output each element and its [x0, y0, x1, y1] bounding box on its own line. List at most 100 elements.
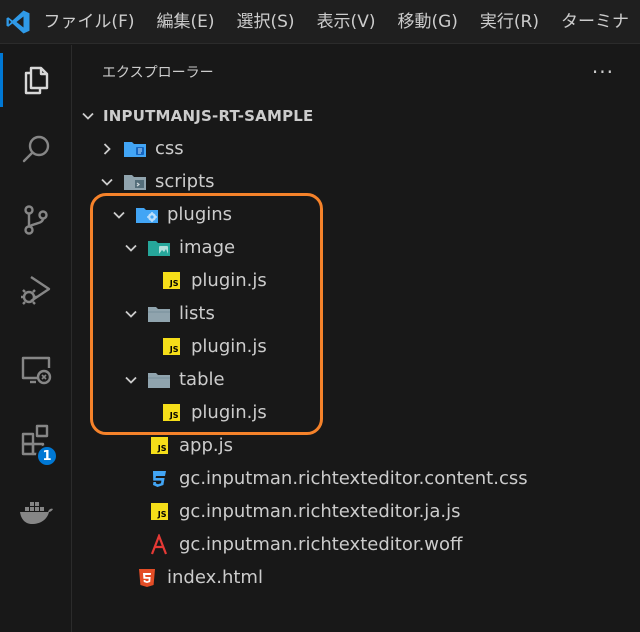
js-badge: JS: [150, 437, 168, 454]
activity-source-control[interactable]: [0, 185, 72, 255]
js-file-icon: JS: [147, 500, 171, 524]
twisty: [133, 271, 153, 291]
more-actions-icon[interactable]: ···: [592, 60, 614, 84]
js-file-icon: JS: [147, 434, 171, 458]
activity-explorer[interactable]: [0, 45, 72, 115]
file-tree-item[interactable]: JS plugin.js: [73, 330, 640, 363]
js-badge: JS: [150, 503, 168, 520]
chevron-down-icon: [125, 244, 137, 252]
tree-item-label: index.html: [167, 567, 263, 588]
chevron-down-icon: [125, 376, 137, 384]
extensions-badge: 1: [36, 445, 58, 467]
chevron-down-icon: [125, 310, 137, 318]
menu-edit[interactable]: 編集(E): [145, 0, 225, 43]
js-badge: JS: [162, 404, 180, 421]
explorer-title: エクスプローラー: [102, 65, 214, 81]
activity-extensions[interactable]: 1: [0, 405, 72, 475]
menu-bar: ファイル(F) 編集(E) 選択(S) 表示(V) 移動(G) 実行(R) ター…: [32, 0, 640, 43]
activity-bar: 1: [0, 45, 72, 632]
twisty: [121, 436, 141, 456]
twisty: [121, 535, 141, 555]
file-tree-item[interactable]: JS plugin.js: [73, 396, 640, 429]
docker-icon: [20, 502, 53, 524]
folder-plugins-icon: [135, 203, 159, 227]
twisty: [121, 370, 141, 390]
twisty: [133, 337, 153, 357]
folder-scripts-icon: [123, 170, 147, 194]
folder-css-icon: [123, 137, 147, 161]
tree-item-label: app.js: [179, 435, 233, 456]
folder-tree-item[interactable]: image: [73, 231, 640, 264]
file-tree-item[interactable]: gc.inputman.richtexteditor.content.css: [73, 462, 640, 495]
twisty: [121, 469, 141, 489]
chevron-right-icon: [103, 142, 111, 155]
folder-tree-item[interactable]: plugins: [73, 198, 640, 231]
menu-view[interactable]: 表示(V): [306, 0, 387, 43]
tree-item-label: plugin.js: [191, 336, 267, 357]
tree-item-label: plugin.js: [191, 402, 267, 423]
menu-selection[interactable]: 選択(S): [226, 0, 306, 43]
file-tree-item[interactable]: JS gc.inputman.richtexteditor.ja.js: [73, 495, 640, 528]
activity-remote-explorer[interactable]: [0, 335, 72, 405]
file-tree-item[interactable]: JS plugin.js: [73, 264, 640, 297]
css-file-icon: [147, 467, 171, 491]
search-icon: [22, 135, 50, 163]
chevron-down-icon: [101, 178, 113, 186]
folder-tree-item[interactable]: lists: [73, 297, 640, 330]
twisty: [121, 502, 141, 522]
twisty: [133, 403, 153, 423]
twisty: [109, 568, 129, 588]
tree-item-label: scripts: [155, 171, 215, 192]
font-file-icon: [147, 533, 171, 557]
file-tree-item[interactable]: index.html: [73, 561, 640, 594]
menu-go[interactable]: 移動(G): [386, 0, 468, 43]
js-file-icon: JS: [159, 269, 183, 293]
activity-search[interactable]: [0, 115, 72, 185]
run-debug-icon: [21, 276, 51, 305]
tree-item-label: plugin.js: [191, 270, 267, 291]
twisty: [109, 205, 129, 225]
chevron-down-icon: [82, 112, 94, 120]
tree-item-label: image: [179, 237, 236, 258]
activity-run-debug[interactable]: [0, 255, 72, 325]
source-control-icon: [24, 205, 48, 235]
file-tree-item[interactable]: gc.inputman.richtexteditor.woff: [73, 528, 640, 561]
folder-tree-item[interactable]: scripts: [73, 165, 640, 198]
tree-item-label: plugins: [167, 204, 233, 225]
tree-item-label: gc.inputman.richtexteditor.content.css: [179, 468, 528, 489]
folder-tree-item[interactable]: table: [73, 363, 640, 396]
twisty: [121, 238, 141, 258]
menu-terminal[interactable]: ターミナ: [550, 0, 640, 43]
file-tree: css scripts plugins image JS plugin.js lists JS…: [73, 132, 640, 594]
twisty: [97, 172, 117, 192]
twisty: [121, 304, 141, 324]
menu-run[interactable]: 実行(R): [469, 0, 550, 43]
twisty: [97, 139, 117, 159]
vscode-logo-icon: [4, 0, 32, 43]
js-badge: JS: [162, 338, 180, 355]
menu-file[interactable]: ファイル(F): [32, 0, 145, 43]
file-tree-item[interactable]: JS app.js: [73, 429, 640, 462]
workspace-section-header[interactable]: INPUTMANJS-RT-SAMPLE: [73, 99, 640, 132]
folder-icon: [147, 368, 171, 392]
remote-explorer-icon: [21, 356, 52, 385]
folder-icon: [147, 302, 171, 326]
folder-tree-item[interactable]: css: [73, 132, 640, 165]
tree-item-label: table: [179, 369, 225, 390]
tree-item-label: css: [155, 138, 184, 159]
html-file-icon: [135, 566, 159, 590]
js-file-icon: JS: [159, 335, 183, 359]
explorer-sidebar: エクスプローラー ··· INPUTMANJS-RT-SAMPLE css scr…: [73, 45, 640, 632]
chevron-down-icon: [113, 211, 125, 219]
workspace-name: INPUTMANJS-RT-SAMPLE: [103, 106, 314, 125]
js-badge: JS: [162, 272, 180, 289]
title-bar: ファイル(F) 編集(E) 選択(S) 表示(V) 移動(G) 実行(R) ター…: [0, 0, 640, 44]
js-file-icon: JS: [159, 401, 183, 425]
activity-docker[interactable]: [0, 477, 72, 547]
tree-item-label: gc.inputman.richtexteditor.ja.js: [179, 501, 461, 522]
files-icon: [24, 66, 49, 95]
tree-item-label: gc.inputman.richtexteditor.woff: [179, 534, 463, 555]
tree-item-label: lists: [179, 303, 215, 324]
folder-image-icon: [147, 236, 171, 260]
explorer-header: エクスプローラー ···: [73, 45, 640, 99]
